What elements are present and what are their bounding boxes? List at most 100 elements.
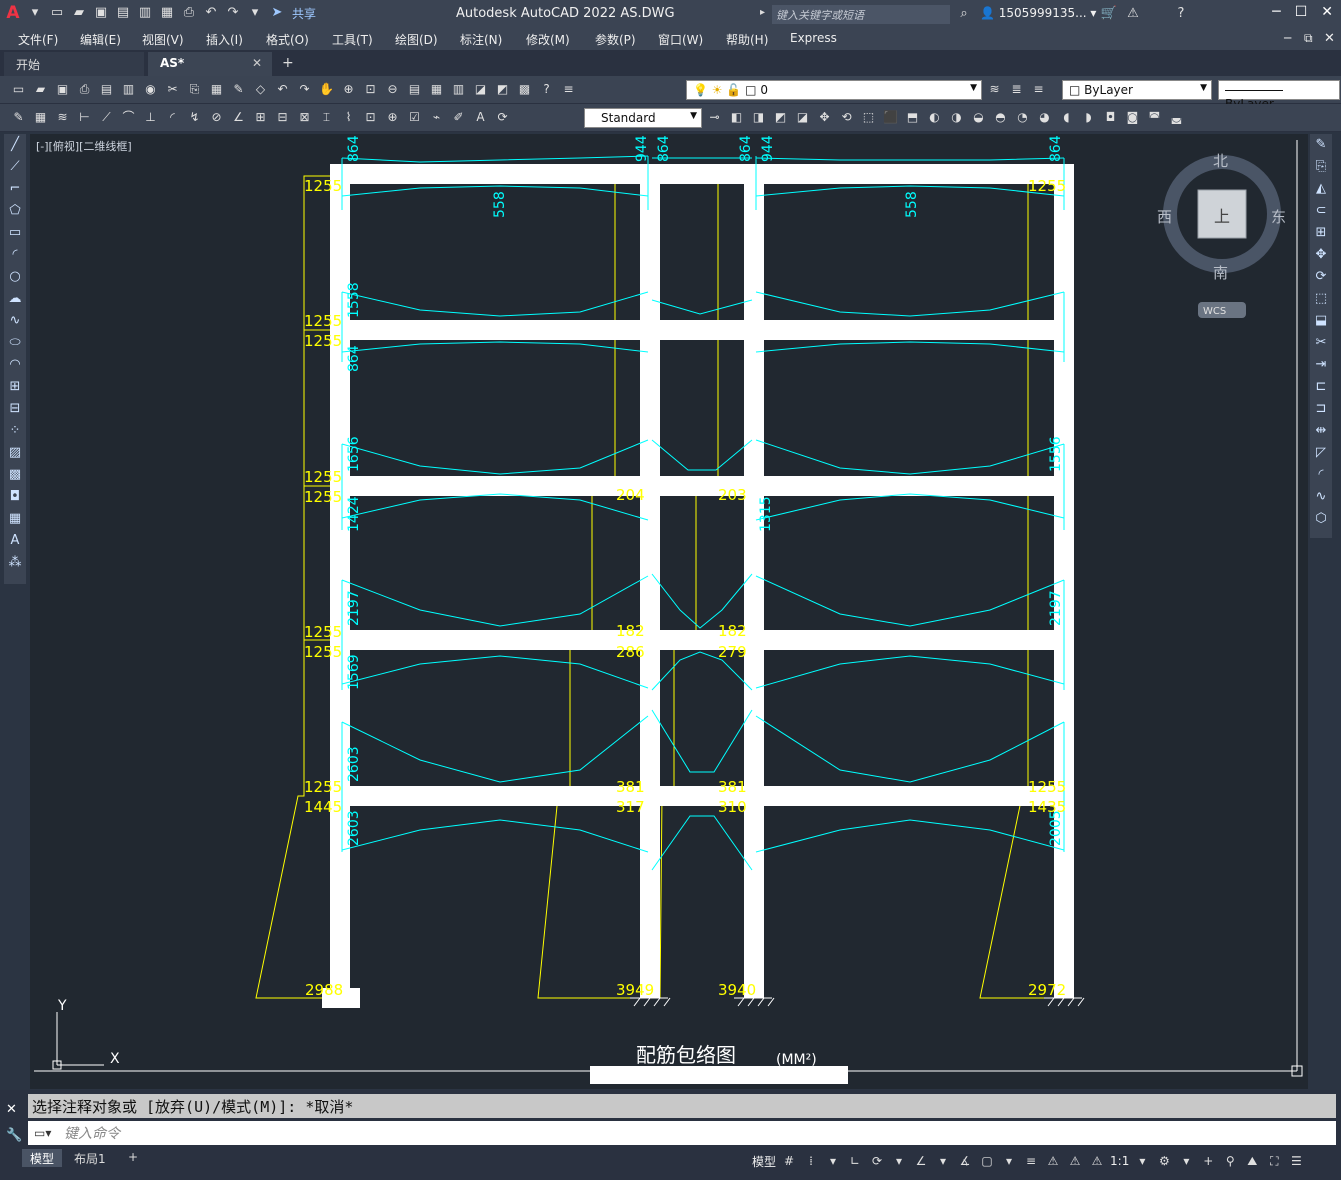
auto-scale-icon[interactable]: ⚠ xyxy=(1066,1152,1084,1170)
redo-icon[interactable]: ↷ xyxy=(224,4,242,22)
dim-radius-icon[interactable]: ◜ xyxy=(164,109,181,126)
chevron-down-icon[interactable]: ▾ xyxy=(1000,1152,1018,1170)
tab-model[interactable]: 模型 xyxy=(22,1149,63,1167)
undo-icon[interactable]: ↶ xyxy=(274,81,291,98)
tab-start[interactable]: 开始 xyxy=(4,52,144,76)
share-icon[interactable]: ➤ xyxy=(268,4,286,22)
move-icon[interactable]: ✥ xyxy=(1310,244,1332,266)
autodesk-app-icon[interactable]: ⚠ xyxy=(1124,5,1142,23)
annotate-icon[interactable]: ✎ xyxy=(10,109,27,126)
table-icon[interactable]: ▦ xyxy=(4,508,26,530)
chevron-down-icon[interactable]: ▾ xyxy=(1133,1152,1151,1170)
drawing-canvas[interactable] xyxy=(30,134,1308,1089)
mirror-icon[interactable]: ◭ xyxy=(1310,178,1332,200)
add-selected-icon[interactable]: ⁂ xyxy=(4,552,26,574)
menu-help[interactable]: 帮助(H) xyxy=(726,31,768,48)
annotation-visibility-icon[interactable]: ⚠ xyxy=(1044,1152,1062,1170)
make-block-icon[interactable]: ⊟ xyxy=(4,398,26,420)
stretch-icon[interactable]: ⬓ xyxy=(1310,310,1332,332)
color-dropdown[interactable]: □ ByLayer ▼ xyxy=(1062,80,1212,100)
annotation-scale-icon[interactable]: ⚠ xyxy=(1088,1152,1106,1170)
text-style-dropdown[interactable]: Standard ▼ xyxy=(584,108,702,128)
fillet-icon[interactable]: ◜ xyxy=(1310,464,1332,486)
minimize-button[interactable]: ─ xyxy=(1272,4,1280,20)
jogged-linear-icon[interactable]: ⌁ xyxy=(428,109,445,126)
copy-icon[interactable]: ⎘ xyxy=(186,81,203,98)
revolve-icon[interactable]: ◐ xyxy=(926,109,943,126)
layer-dropdown[interactable]: 💡 ☀ 🔓 □ 0 ▼ xyxy=(686,80,982,100)
user-account[interactable]: 👤 1505999135... ▾ xyxy=(980,6,1096,20)
dim-diameter-icon[interactable]: ⊘ xyxy=(208,109,225,126)
section-plane-icon[interactable]: ◔ xyxy=(1014,109,1031,126)
zoom-window-icon[interactable]: ⊡ xyxy=(362,81,379,98)
menu-view[interactable]: 视图(V) xyxy=(142,31,184,48)
dim-style-icon[interactable]: ⊸ xyxy=(706,109,723,126)
isolate-icon[interactable]: ⚲ xyxy=(1221,1152,1239,1170)
customize-icon[interactable]: ▾ xyxy=(246,4,264,22)
tolerance-icon[interactable]: ⊡ xyxy=(362,109,379,126)
point-icon[interactable]: ⁘ xyxy=(4,420,26,442)
construction-line-icon[interactable]: ⟋ xyxy=(4,156,26,178)
offset-icon[interactable]: ⊂ xyxy=(1310,200,1332,222)
annotation-scale[interactable]: 1:1 xyxy=(1110,1154,1129,1168)
extrude-icon[interactable]: ⬒ xyxy=(904,109,921,126)
settings-icon[interactable]: ⚙ xyxy=(1155,1152,1173,1170)
chamfer-icon[interactable]: ◸ xyxy=(1310,442,1332,464)
rotate-icon[interactable]: ⟳ xyxy=(1310,266,1332,288)
dim-edit-icon[interactable]: ✐ xyxy=(450,109,467,126)
spline-icon[interactable]: ∿ xyxy=(4,310,26,332)
cart-icon[interactable]: 🛒 xyxy=(1100,5,1118,23)
extend-icon[interactable]: ⇥ xyxy=(1310,354,1332,376)
camera-icon[interactable]: ◚ xyxy=(1146,109,1163,126)
add-layout-button[interactable]: + xyxy=(120,1149,146,1167)
plus-icon[interactable]: + xyxy=(1199,1152,1217,1170)
presspull-icon[interactable]: ◓ xyxy=(992,109,1009,126)
undo-icon[interactable]: ↶ xyxy=(202,4,220,22)
tab-close-icon[interactable]: ✕ xyxy=(252,56,262,70)
zoom-realtime-icon[interactable]: ⊕ xyxy=(340,81,357,98)
tab-layout1[interactable]: 布局1 xyxy=(66,1149,114,1167)
plot-icon[interactable]: ▦ xyxy=(158,4,176,22)
materials-icon[interactable]: ◘ xyxy=(1102,109,1119,126)
markup-icon[interactable]: ◩ xyxy=(494,81,511,98)
snap-icon[interactable]: ⁞ xyxy=(802,1152,820,1170)
publish-icon[interactable]: ▥ xyxy=(136,4,154,22)
break-icon[interactable]: ⊐ xyxy=(1310,398,1332,420)
menu-tools[interactable]: 工具(T) xyxy=(332,31,373,48)
search-icon[interactable]: ⌕ xyxy=(955,5,973,23)
menu-format[interactable]: 格式(O) xyxy=(266,31,309,48)
3d-move-icon[interactable]: ✥ xyxy=(816,109,833,126)
menu-icon[interactable]: ☰ xyxy=(1287,1152,1305,1170)
lights-icon[interactable]: ◙ xyxy=(1124,109,1141,126)
sweep-icon[interactable]: ◑ xyxy=(948,109,965,126)
chevron-down-icon[interactable]: ▾ xyxy=(1177,1152,1195,1170)
save-icon[interactable]: ▣ xyxy=(92,4,110,22)
osnap-tracking-icon[interactable]: ∠ xyxy=(912,1152,930,1170)
cut-icon[interactable]: ✂ xyxy=(164,81,181,98)
layer-properties-icon[interactable]: ≡ xyxy=(560,81,577,98)
trim-icon[interactable]: ✂ xyxy=(1310,332,1332,354)
model-space-label[interactable]: 模型 xyxy=(752,1153,776,1170)
preview-icon[interactable]: ▤ xyxy=(98,81,115,98)
help-icon[interactable]: ? xyxy=(538,81,555,98)
plot-icon[interactable]: ⎙ xyxy=(76,81,93,98)
grid-icon[interactable]: # xyxy=(780,1152,798,1170)
ellipse-icon[interactable]: ⬭ xyxy=(4,332,26,354)
menu-parameter[interactable]: 参数(P) xyxy=(595,31,636,48)
dim-continue-icon[interactable]: ⊠ xyxy=(296,109,313,126)
dim-angular-icon[interactable]: ∠ xyxy=(230,109,247,126)
design-center-icon[interactable]: ▦ xyxy=(428,81,445,98)
hardware-accel-icon[interactable]: ⛰ xyxy=(1243,1152,1261,1170)
scale-icon[interactable]: ⬚ xyxy=(1310,288,1332,310)
search-input[interactable]: 键入关键字或短语 xyxy=(772,5,950,24)
layer-previous-icon[interactable]: ≣ xyxy=(1008,81,1025,98)
qnew-icon[interactable]: ▭ xyxy=(10,81,27,98)
3d-box-icon[interactable]: ◧ xyxy=(728,109,745,126)
help-icon[interactable]: ? xyxy=(1172,5,1190,23)
redo-icon[interactable]: ↷ xyxy=(296,81,313,98)
dim-text-edit-icon[interactable]: A xyxy=(472,109,489,126)
dim-aligned-icon[interactable]: ⟋ xyxy=(98,109,115,126)
insert-block-icon[interactable]: ⊞ xyxy=(4,376,26,398)
layer-states-icon[interactable]: ≡ xyxy=(1030,81,1047,98)
tab-as[interactable]: AS* ✕ xyxy=(148,52,272,76)
